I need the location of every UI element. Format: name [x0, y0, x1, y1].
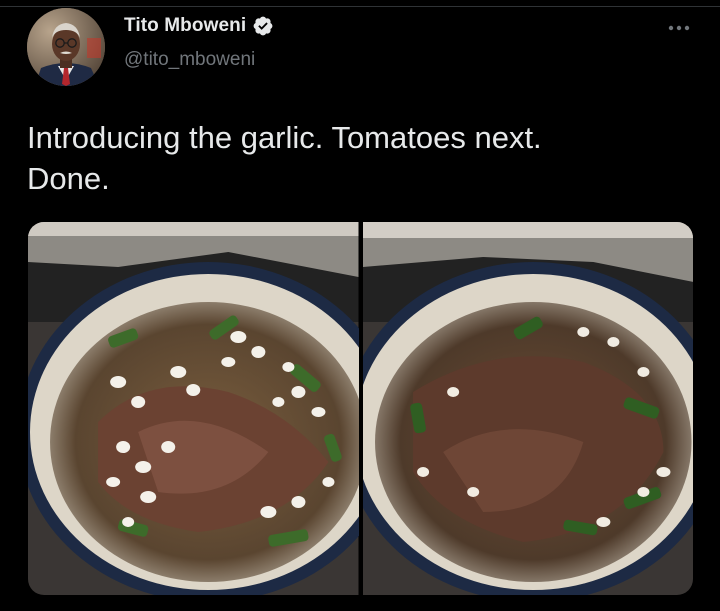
author-name-row[interactable]: Tito Mboweni	[124, 15, 274, 37]
media-grid	[28, 222, 693, 595]
avatar[interactable]	[27, 8, 105, 86]
top-divider	[0, 6, 720, 7]
verified-badge-icon	[253, 16, 273, 36]
tweet-photo-2[interactable]	[362, 222, 693, 595]
author-display-name[interactable]: Tito Mboweni	[124, 15, 246, 37]
author-handle[interactable]: @tito_mboweni	[124, 49, 255, 71]
cooking-pan-image-2	[362, 222, 693, 595]
tweet-photo-1[interactable]	[28, 222, 359, 595]
avatar-image	[27, 8, 105, 86]
more-horizontal-icon	[668, 25, 690, 31]
more-options-button[interactable]	[664, 16, 694, 40]
tweet-text-line-2: Done.	[27, 161, 110, 196]
cooking-pan-image-1	[28, 222, 359, 595]
tweet-text: Introducing the garlic. Tomatoes next. Do…	[27, 117, 687, 199]
tweet-text-line-1: Introducing the garlic. Tomatoes next.	[27, 120, 542, 155]
